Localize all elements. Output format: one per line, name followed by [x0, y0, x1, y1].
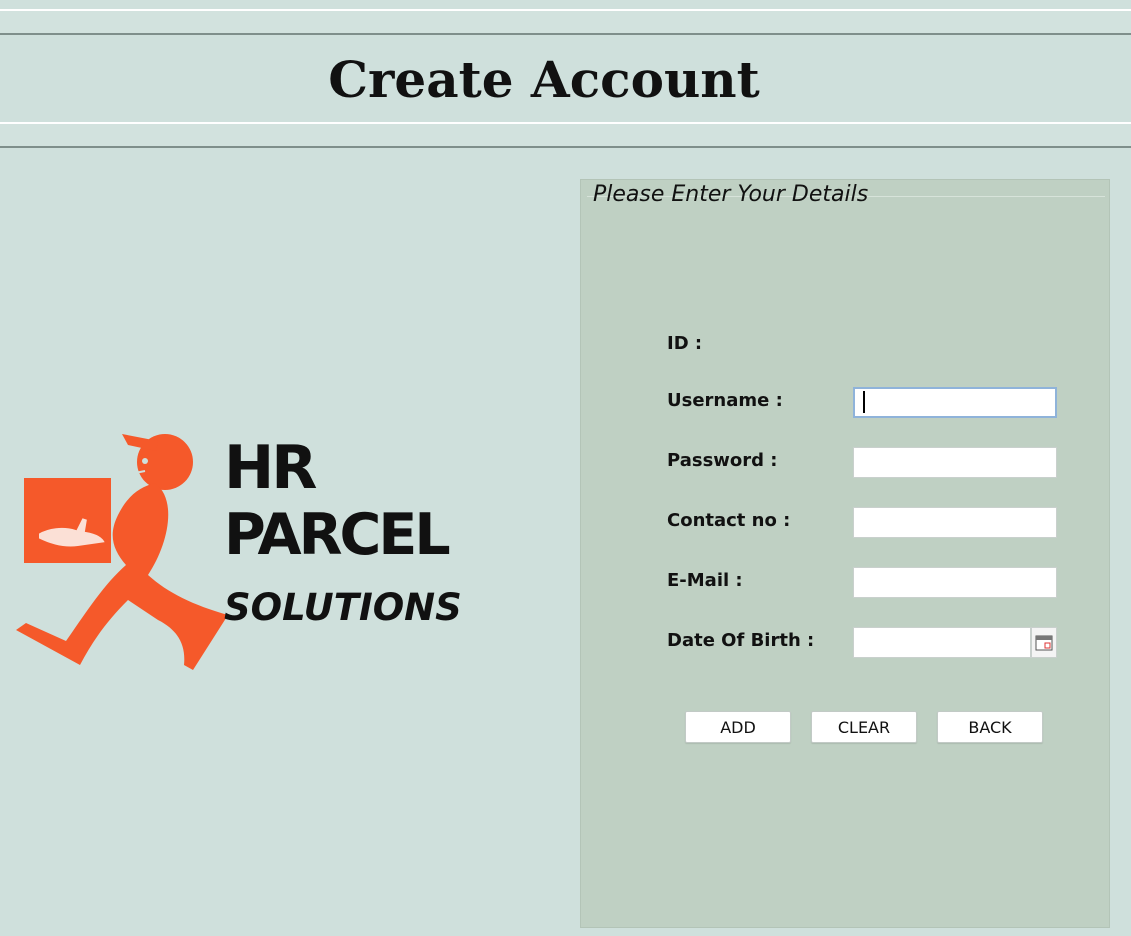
back-button[interactable]: BACK — [937, 711, 1043, 743]
email-label: E-Mail : — [667, 570, 743, 591]
dob-field[interactable] — [853, 627, 1031, 658]
delivery-man-icon — [16, 434, 228, 670]
email-field[interactable] — [853, 567, 1057, 598]
panel-title: Please Enter Your Details — [593, 182, 869, 207]
logo-text-parcel: PARCEL — [224, 502, 451, 568]
calendar-icon — [1035, 635, 1053, 650]
logo-text-hr: HR — [224, 433, 317, 503]
dob-label: Date Of Birth : — [667, 630, 815, 651]
company-logo: HR PARCEL SOLUTIONS — [8, 425, 483, 675]
password-field[interactable] — [853, 447, 1057, 478]
details-panel — [580, 179, 1110, 928]
calendar-button[interactable] — [1031, 627, 1057, 658]
add-button[interactable]: ADD — [685, 711, 791, 743]
header-bottom-bar — [0, 122, 1131, 148]
contact-label: Contact no : — [667, 510, 791, 531]
username-label: Username : — [667, 390, 783, 411]
contact-field[interactable] — [853, 507, 1057, 538]
page-title: Create Account — [328, 50, 760, 109]
clear-button[interactable]: CLEAR — [811, 711, 917, 743]
logo-text-solutions: SOLUTIONS — [224, 586, 462, 629]
id-label: ID : — [667, 333, 703, 354]
username-field[interactable] — [853, 387, 1057, 418]
header-top-bar — [0, 9, 1131, 35]
password-label: Password : — [667, 450, 778, 471]
text-caret — [863, 391, 865, 413]
